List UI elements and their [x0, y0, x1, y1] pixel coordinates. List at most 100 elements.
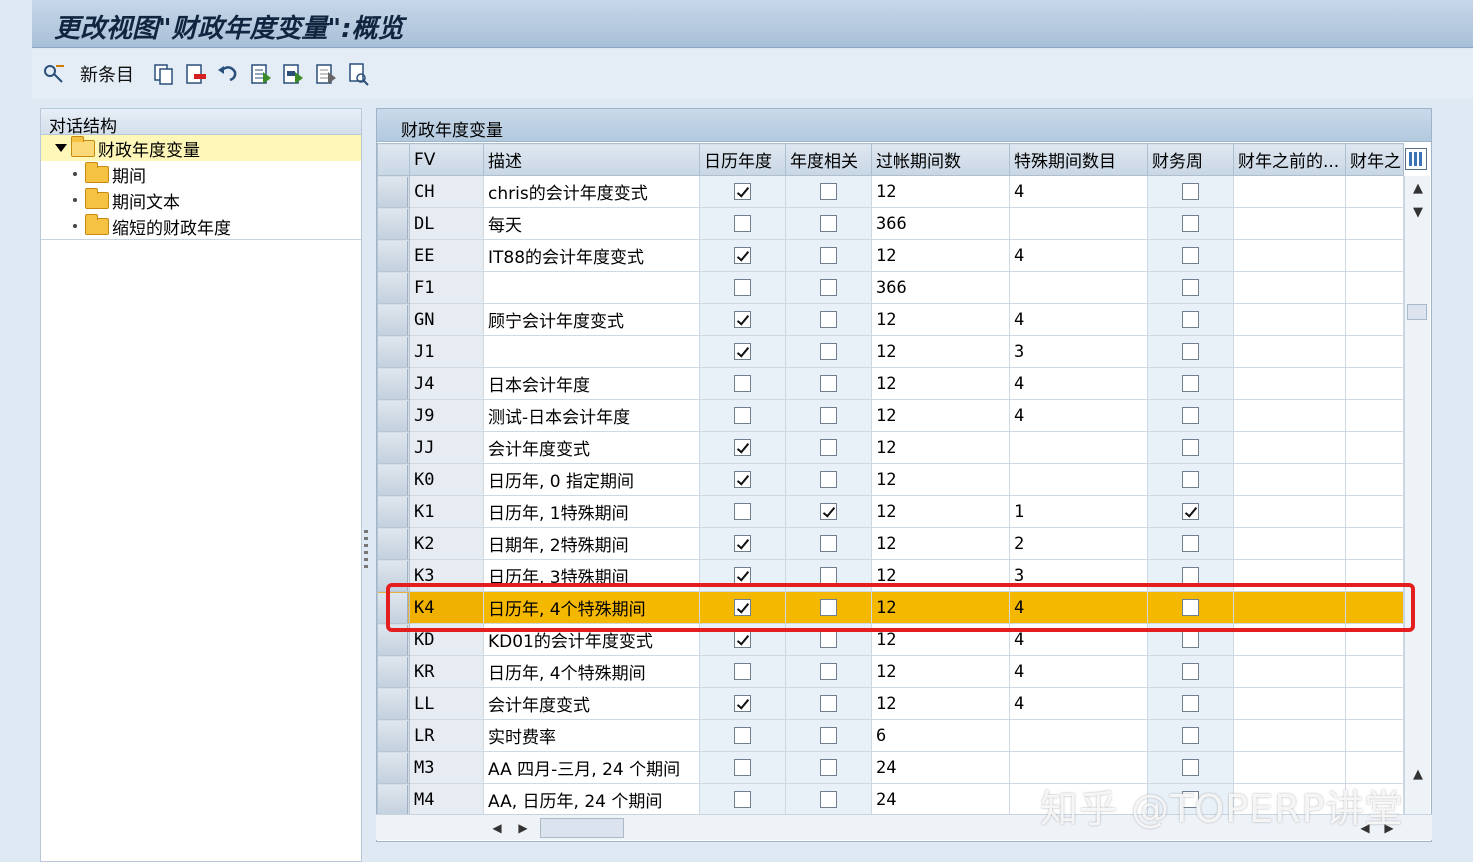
row-select-button[interactable]: [378, 400, 408, 431]
cell-fiscal-week-checkbox[interactable]: [1182, 759, 1199, 776]
cell-posting-periods[interactable]: 12: [871, 335, 1010, 368]
cell-posting-periods[interactable]: 12: [871, 175, 1010, 208]
cell-calendar-year[interactable]: [699, 783, 786, 816]
horizontal-scroll-thumb[interactable]: [540, 818, 624, 838]
cell-description[interactable]: 日历年, 0 指定期间: [483, 463, 700, 496]
cell-fiscal-year-truncated[interactable]: [1345, 655, 1404, 688]
cell-fv[interactable]: JJ: [409, 431, 484, 464]
cell-fv[interactable]: LR: [409, 719, 484, 752]
delete-button[interactable]: [184, 61, 208, 87]
cell-fiscal-week[interactable]: [1147, 207, 1234, 240]
cell-fiscal-week[interactable]: [1147, 431, 1234, 464]
row-select-button[interactable]: [378, 784, 408, 815]
cell-description[interactable]: IT88的会计年度变式: [483, 239, 700, 272]
cell-before-fiscal-year[interactable]: [1233, 559, 1346, 592]
cell-fv[interactable]: M3: [409, 751, 484, 784]
cell-calendar-year[interactable]: [699, 367, 786, 400]
row-selector[interactable]: [377, 559, 410, 592]
row-selector[interactable]: [377, 623, 410, 656]
row-selector[interactable]: [377, 495, 410, 528]
cell-posting-periods[interactable]: 366: [871, 271, 1010, 304]
cell-description[interactable]: AA, 日历年, 24 个期间: [483, 783, 700, 816]
row-select-button[interactable]: [378, 624, 408, 655]
cell-posting-periods[interactable]: 12: [871, 559, 1010, 592]
cell-year-dependent-checkbox[interactable]: [820, 279, 837, 296]
cell-before-fiscal-year[interactable]: [1233, 271, 1346, 304]
cell-fiscal-week[interactable]: [1147, 303, 1234, 336]
cell-posting-periods[interactable]: 12: [871, 687, 1010, 720]
cell-description[interactable]: 日本会计年度: [483, 367, 700, 400]
cell-calendar-year-checkbox[interactable]: [734, 375, 751, 392]
cell-special-periods[interactable]: 1: [1009, 495, 1148, 528]
cell-year-dependent-checkbox[interactable]: [820, 503, 837, 520]
cell-fiscal-week[interactable]: [1147, 559, 1234, 592]
cell-before-fiscal-year[interactable]: [1233, 335, 1346, 368]
cell-year-dependent[interactable]: [785, 559, 872, 592]
cell-year-dependent-checkbox[interactable]: [820, 375, 837, 392]
cell-year-dependent-checkbox[interactable]: [820, 343, 837, 360]
cell-calendar-year[interactable]: [699, 751, 786, 784]
new-entries-button[interactable]: 新条目: [80, 61, 134, 87]
cell-fv[interactable]: J1: [409, 335, 484, 368]
cell-year-dependent-checkbox[interactable]: [820, 631, 837, 648]
cell-fiscal-week[interactable]: [1147, 335, 1234, 368]
cell-year-dependent[interactable]: [785, 591, 872, 624]
cell-before-fiscal-year[interactable]: [1233, 719, 1346, 752]
cell-calendar-year-checkbox[interactable]: [734, 695, 751, 712]
column-header-posting-periods[interactable]: 过帐期间数: [871, 143, 1010, 176]
row-selector[interactable]: [377, 431, 410, 464]
scroll-left-icon[interactable]: ◀: [488, 818, 506, 838]
cell-fiscal-year-truncated[interactable]: [1345, 335, 1404, 368]
table-row[interactable]: EE IT88的会计年度变式 12 4: [377, 239, 1404, 272]
tree-item-period-texts[interactable]: 期间文本: [41, 187, 361, 213]
cell-posting-periods[interactable]: 12: [871, 239, 1010, 272]
cell-calendar-year[interactable]: [699, 463, 786, 496]
cell-before-fiscal-year[interactable]: [1233, 399, 1346, 432]
cell-before-fiscal-year[interactable]: [1233, 207, 1346, 240]
cell-fiscal-week-checkbox[interactable]: [1182, 375, 1199, 392]
row-select-button[interactable]: [378, 304, 408, 335]
cell-fiscal-week[interactable]: [1147, 591, 1234, 624]
cell-description[interactable]: 实时费率: [483, 719, 700, 752]
cell-fv[interactable]: KD: [409, 623, 484, 656]
column-header-year-dependent[interactable]: 年度相关: [785, 143, 872, 176]
cell-fiscal-year-truncated[interactable]: [1345, 207, 1404, 240]
table-row[interactable]: K1 日历年, 1特殊期间 12 1: [377, 495, 1404, 528]
cell-before-fiscal-year[interactable]: [1233, 591, 1346, 624]
cell-fiscal-week-checkbox[interactable]: [1182, 567, 1199, 584]
cell-fv[interactable]: F1: [409, 271, 484, 304]
column-header-fv[interactable]: FV: [409, 143, 484, 176]
cell-before-fiscal-year[interactable]: [1233, 367, 1346, 400]
row-select-button[interactable]: [378, 336, 408, 367]
cell-description[interactable]: 日历年, 1特殊期间: [483, 495, 700, 528]
cell-fiscal-week-checkbox[interactable]: [1182, 183, 1199, 200]
cell-posting-periods[interactable]: 12: [871, 591, 1010, 624]
cell-fv[interactable]: CH: [409, 175, 484, 208]
cell-fiscal-week-checkbox[interactable]: [1182, 215, 1199, 232]
cell-calendar-year[interactable]: [699, 655, 786, 688]
cell-fiscal-year-truncated[interactable]: [1345, 527, 1404, 560]
cell-description[interactable]: 日历年, 4个特殊期间: [483, 591, 700, 624]
cell-fiscal-week[interactable]: [1147, 399, 1234, 432]
cell-special-periods[interactable]: 4: [1009, 623, 1148, 656]
cell-fiscal-week[interactable]: [1147, 463, 1234, 496]
cell-before-fiscal-year[interactable]: [1233, 431, 1346, 464]
cell-fiscal-week[interactable]: [1147, 367, 1234, 400]
scroll-up-icon[interactable]: ▲: [1407, 178, 1429, 200]
vertical-scroll-thumb[interactable]: [1407, 304, 1427, 320]
cell-year-dependent-checkbox[interactable]: [820, 183, 837, 200]
cell-calendar-year-checkbox[interactable]: [734, 471, 751, 488]
cell-fiscal-week-checkbox[interactable]: [1182, 599, 1199, 616]
cell-calendar-year-checkbox[interactable]: [734, 279, 751, 296]
cell-calendar-year[interactable]: [699, 335, 786, 368]
scroll-page-up-icon[interactable]: ▲: [1407, 764, 1429, 786]
cell-description[interactable]: [483, 271, 700, 304]
row-selector[interactable]: [377, 463, 410, 496]
cell-year-dependent-checkbox[interactable]: [820, 663, 837, 680]
cell-year-dependent-checkbox[interactable]: [820, 439, 837, 456]
cell-calendar-year-checkbox[interactable]: [734, 599, 751, 616]
cell-year-dependent[interactable]: [785, 495, 872, 528]
print-button[interactable]: [346, 61, 370, 87]
cell-year-dependent[interactable]: [785, 175, 872, 208]
cell-fv[interactable]: M4: [409, 783, 484, 816]
